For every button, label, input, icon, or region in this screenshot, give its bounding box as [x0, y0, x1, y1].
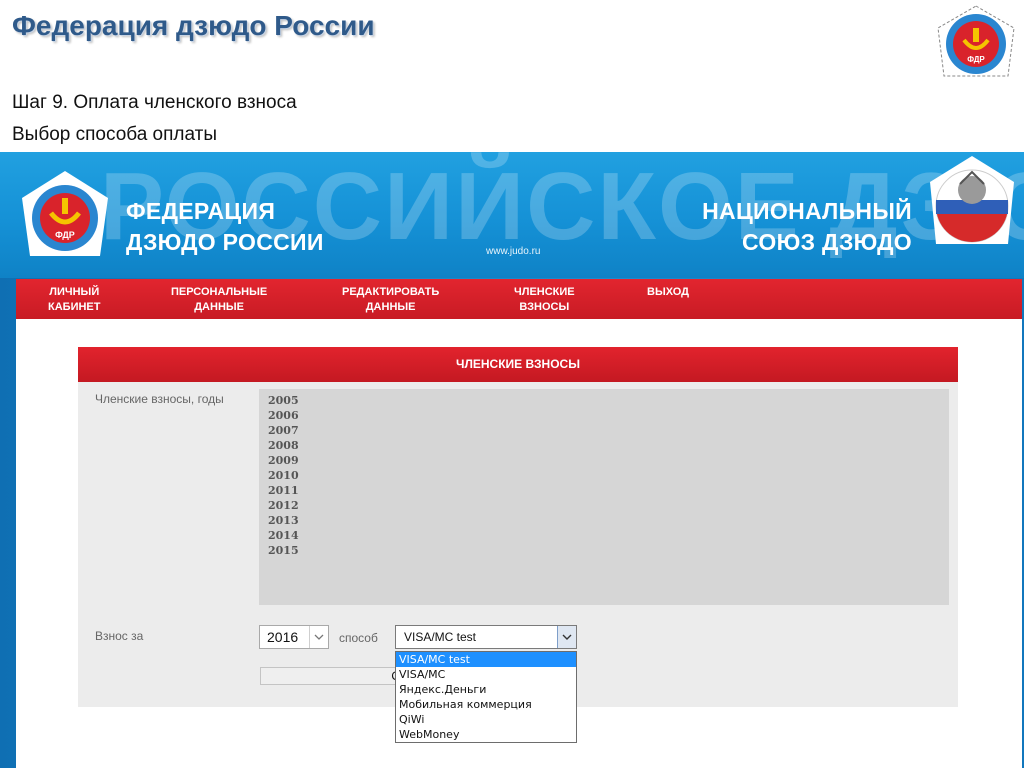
chevron-down-icon	[557, 626, 576, 648]
nav-item-personal-data[interactable]: ПЕРСОНАЛЬНЫЕ ДАННЫЕ	[171, 285, 267, 315]
year-item: 2013	[268, 514, 299, 527]
year-item: 2007	[268, 424, 299, 437]
chevron-down-icon	[309, 626, 328, 648]
nav-item-membership-fees[interactable]: ЧЛЕНСКИЕ ВЗНОСЫ	[514, 285, 575, 315]
federation-name: ФЕДЕРАЦИЯ ДЗЮДО РОССИИ	[126, 196, 324, 258]
paid-years-list: 2005 2006 2007 2008 2009 2010 2011 2012 …	[259, 389, 949, 605]
nav-label: КАБИНЕТ	[48, 301, 101, 313]
year-item: 2009	[268, 454, 299, 467]
nav-label: ЧЛЕНСКИЕ	[514, 286, 575, 298]
national-union-logo-icon	[930, 156, 1014, 244]
nav-label: ВЫХОД	[647, 286, 690, 298]
year-item: 2010	[268, 469, 299, 482]
payment-option-mobile-commerce[interactable]: Мобильная коммерция	[396, 697, 576, 712]
nav-label: ВЗНОСЫ	[519, 301, 570, 313]
nav-label: ПЕРСОНАЛЬНЫЕ	[171, 286, 268, 298]
nav-label: ЛИЧНЫЙ	[49, 286, 100, 298]
nav-label: ДАННЫЕ	[194, 301, 244, 313]
year-select[interactable]: 2016	[259, 625, 329, 649]
svg-text:ФДР: ФДР	[55, 230, 75, 240]
fdr-logo-icon: ФДР	[22, 171, 108, 256]
union-name-line2: СОЮЗ ДЗЮДО	[742, 229, 912, 255]
payment-method-dropdown: VISA/MC test VISA/MC Яндекс.Деньги Мобил…	[395, 651, 577, 743]
nav-label: ДАННЫЕ	[365, 301, 416, 313]
year-item: 2005	[268, 394, 299, 407]
federation-name-line2: ДЗЮДО РОССИИ	[126, 229, 324, 255]
year-item: 2006	[268, 409, 299, 422]
payment-option-visa-mc[interactable]: VISA/MC	[396, 667, 576, 682]
year-item: 2015	[268, 544, 299, 557]
payment-option-qiwi[interactable]: QiWi	[396, 712, 576, 727]
years-label: Членские взносы, годы	[95, 392, 224, 406]
year-select-value: 2016	[267, 629, 299, 645]
fee-for-label: Взнос за	[95, 629, 144, 643]
main-menu: ЛИЧНЫЙ КАБИНЕТ ПЕРСОНАЛЬНЫЕ ДАННЫЕ РЕДАК…	[16, 279, 1022, 319]
nav-item-personal-account[interactable]: ЛИЧНЫЙ КАБИНЕТ	[48, 285, 100, 315]
union-name-line1: НАЦИОНАЛЬНЫЙ	[702, 198, 912, 224]
svg-text:ФДР: ФДР	[967, 55, 985, 64]
year-item: 2011	[268, 484, 299, 497]
year-item: 2012	[268, 499, 299, 512]
step-subheading: Выбор способа оплаты	[12, 124, 218, 145]
year-item: 2014	[268, 529, 299, 542]
payment-option-visa-mc-test[interactable]: VISA/MC test	[396, 652, 576, 667]
nav-item-logout[interactable]: ВЫХОД	[647, 285, 689, 300]
site-banner: РОССИЙСКОЕ ДЗЮДО ФДР ФЕДЕРАЦИЯ ДЗЮДО РОС…	[0, 152, 1024, 278]
payment-option-yandex-money[interactable]: Яндекс.Деньги	[396, 682, 576, 697]
site-url: www.judo.ru	[486, 246, 541, 257]
federation-name-line1: ФЕДЕРАЦИЯ	[126, 198, 276, 224]
federation-logo: ФДР	[937, 5, 1015, 77]
payment-option-webmoney[interactable]: WebMoney	[396, 727, 576, 742]
union-name: НАЦИОНАЛЬНЫЙ СОЮЗ ДЗЮДО	[640, 196, 912, 258]
method-label: способ	[339, 631, 378, 645]
nav-item-edit-data[interactable]: РЕДАКТИРОВАТЬ ДАННЫЕ	[342, 285, 439, 315]
slide-title: Федерация дзюдо России	[12, 10, 375, 41]
payment-method-value: VISA/MC test	[404, 630, 477, 644]
step-heading: Шаг 9. Оплата членского взноса	[12, 92, 297, 113]
payment-method-select[interactable]: VISA/MC test	[395, 625, 577, 649]
year-item: 2008	[268, 439, 299, 452]
nav-label: РЕДАКТИРОВАТЬ	[342, 286, 440, 298]
panel-header: ЧЛЕНСКИЕ ВЗНОСЫ	[78, 347, 958, 382]
